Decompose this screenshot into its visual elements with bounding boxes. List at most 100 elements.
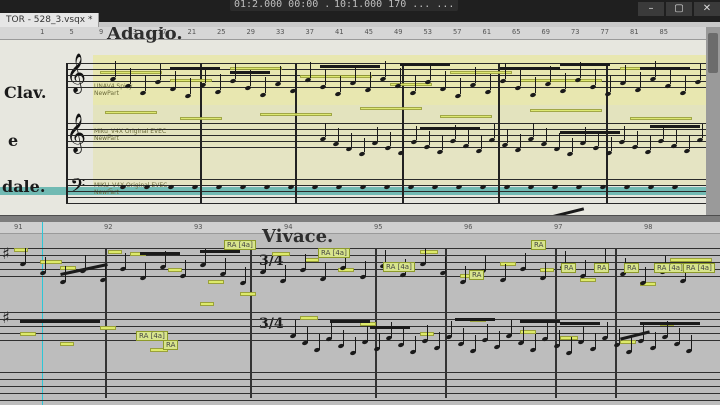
note-stem	[145, 75, 146, 91]
note-stem	[571, 337, 572, 353]
note-bar	[670, 258, 712, 262]
staff-line	[66, 135, 706, 136]
note-stem	[377, 127, 378, 141]
track-label-2[interactable]: NewPart	[94, 90, 119, 97]
ruler-tick-label: 21	[187, 28, 196, 36]
lyric-tag[interactable]: RA	[594, 263, 610, 273]
note-beam	[330, 320, 370, 323]
note-stem	[245, 267, 246, 283]
lyric-tag[interactable]: RA [4a]	[224, 240, 256, 250]
staff-line	[66, 141, 706, 142]
staff-line	[66, 129, 706, 130]
note-stem	[325, 69, 326, 85]
note-stem	[370, 72, 371, 88]
note-stem	[295, 73, 296, 89]
note-beam	[400, 63, 450, 66]
note-beam	[455, 318, 495, 321]
staff-line	[66, 197, 706, 198]
note-bar	[360, 107, 422, 110]
maximize-icon[interactable]: ▢	[666, 2, 692, 16]
note-stem	[655, 332, 656, 348]
note-bar	[168, 268, 182, 272]
note-stem	[572, 138, 573, 152]
note-beam	[370, 326, 410, 329]
lyric-tag[interactable]: RA	[624, 263, 640, 273]
note-bar	[450, 71, 512, 74]
ruler-tick-label: 25	[217, 28, 226, 36]
ruler-tick-label: 9	[99, 28, 104, 36]
note-stem	[390, 132, 391, 146]
note-stem	[220, 74, 221, 90]
note-stem	[331, 323, 332, 339]
note-stem	[125, 253, 126, 269]
note-bar	[560, 336, 578, 340]
note-bar	[500, 262, 516, 266]
staff-line	[66, 63, 706, 64]
track-band-2[interactable]	[93, 105, 706, 145]
note-bar	[530, 109, 602, 112]
upper-vertical-scrollbar[interactable]	[706, 27, 720, 215]
note-stem	[25, 248, 26, 264]
note-bar	[620, 340, 636, 344]
note-stem	[295, 320, 296, 336]
note-stem	[445, 71, 446, 87]
note-stem	[305, 254, 306, 270]
title-bar: 01:2.000 00:00 ... 10:1.000 170 ... ... …	[0, 0, 720, 22]
lyric-tag[interactable]: RA	[561, 263, 577, 273]
instrument-label-2: e	[8, 131, 19, 150]
staff-line	[66, 191, 706, 192]
ruler-tick-label: 33	[276, 28, 285, 36]
lower-ruler[interactable]: 91 92 93 94 95 96 97 98	[0, 222, 720, 234]
ruler-tick-label: 69	[541, 28, 550, 36]
staff-line	[0, 312, 720, 313]
close-icon[interactable]: ✕	[694, 2, 720, 16]
lyric-tag[interactable]: RA [4a]	[318, 248, 350, 258]
note-beam	[230, 71, 270, 74]
note-beam	[640, 67, 690, 70]
playhead[interactable]	[42, 222, 43, 405]
barline	[250, 248, 252, 398]
staff-line	[0, 340, 720, 341]
note-stem	[595, 69, 596, 85]
note-stem	[559, 330, 560, 346]
ruler-tick-label: 61	[482, 28, 491, 36]
note-stem	[285, 265, 286, 281]
note-beam	[560, 131, 620, 134]
note-beam	[650, 125, 700, 128]
note-stem	[523, 327, 524, 343]
note-stem	[403, 137, 404, 151]
document-tab[interactable]: TOR - 528_3.vsqx *	[0, 13, 100, 27]
lyric-tag[interactable]: RA [4a]	[654, 263, 686, 273]
note-stem	[45, 257, 46, 273]
lyric-tag[interactable]: RA	[531, 240, 547, 250]
note-beam	[170, 67, 220, 70]
note-bar	[440, 115, 492, 118]
note-beam	[200, 250, 240, 253]
note-stem	[637, 131, 638, 145]
lyric-tag[interactable]: RA	[163, 340, 179, 350]
upper-ruler[interactable]: 1 5 9 13 17 21 25 29 33 37 41 45 49 53 57 61 65 69 73 77 81 8…	[0, 27, 706, 40]
note-stem	[355, 337, 356, 353]
ruler-tick-label: 37	[305, 28, 314, 36]
note-stem	[547, 323, 548, 339]
minimize-icon[interactable]: –	[638, 2, 664, 16]
ruler-tick-label: 95	[374, 223, 383, 231]
note-stem	[280, 66, 281, 82]
upper-score-pane[interactable]: 1 5 9 13 17 21 25 29 33 37 41 45 49 53 57 61 65 69 73 77 81 8…	[0, 27, 706, 215]
lyric-tag[interactable]: RA [4a]	[383, 262, 415, 272]
staff-line	[0, 255, 720, 256]
lyric-tag[interactable]: RA [4a]	[683, 263, 715, 273]
ruler-tick-label: 29	[246, 28, 255, 36]
time-signature-1: 3/4	[259, 253, 284, 269]
note-stem	[535, 77, 536, 93]
lyric-tag[interactable]: RA	[469, 270, 485, 280]
lower-piano-roll-pane[interactable]: 91 92 93 94 95 96 97 98 Vivace. 3/4 3/4 ♯ ♯ RA …	[0, 222, 720, 405]
note-stem	[490, 74, 491, 90]
ruler-tick-label: 91	[14, 223, 23, 231]
note-stem	[511, 320, 512, 336]
note-stem	[610, 76, 611, 92]
note-stem	[468, 130, 469, 144]
scrollbar-thumb[interactable]	[708, 33, 718, 73]
note-beam	[500, 67, 560, 70]
note-bar	[40, 260, 62, 264]
